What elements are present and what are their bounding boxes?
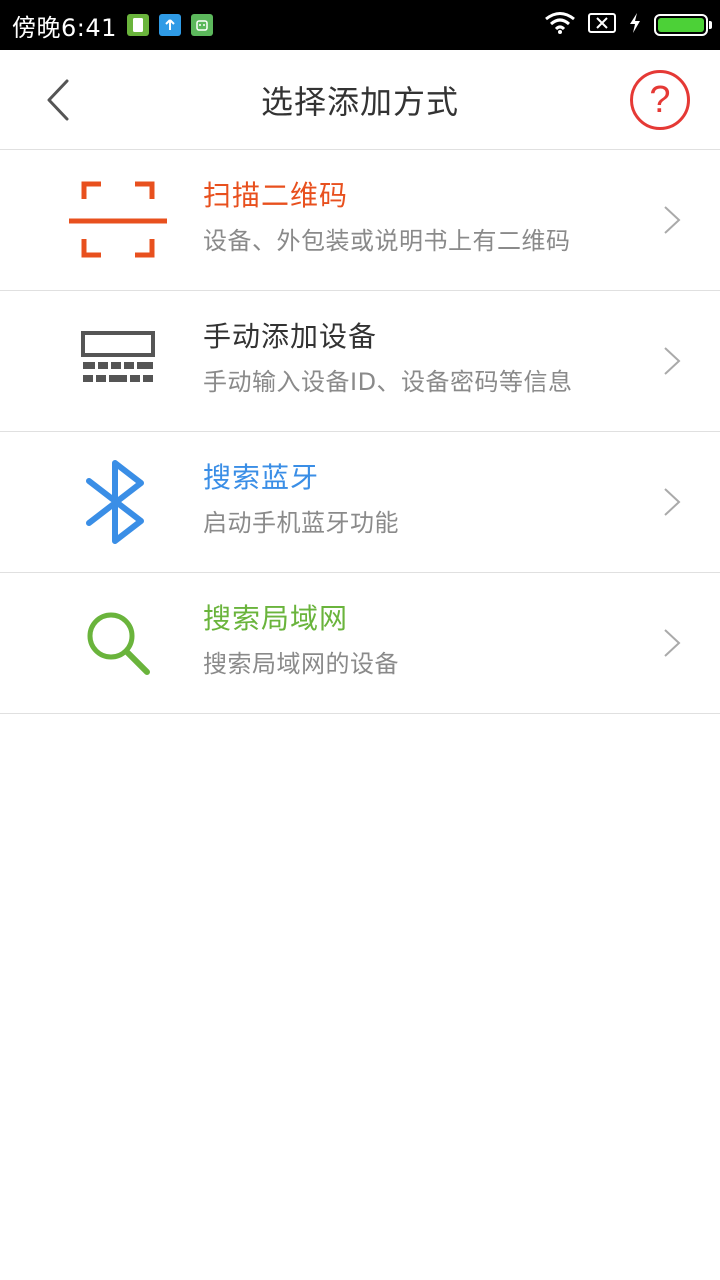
back-button[interactable]: [36, 78, 80, 122]
chevron-right-icon: [664, 488, 681, 516]
option-text: 搜索蓝牙 启动手机蓝牙功能: [203, 460, 399, 538]
sim-card-icon: [126, 14, 149, 36]
no-sim-icon: [588, 12, 616, 38]
search-icon: [68, 603, 168, 683]
keyboard-icon: [68, 321, 168, 401]
chevron-right-icon: [664, 629, 681, 657]
battery-fill: [658, 18, 704, 32]
status-right: [544, 11, 712, 39]
page-title: 选择添加方式: [260, 82, 459, 121]
option-manual-add[interactable]: 手动添加设备 手动输入设备ID、设备密码等信息: [0, 291, 720, 432]
option-scan-qr[interactable]: 扫描二维码 设备、外包装或说明书上有二维码: [0, 150, 720, 291]
status-bar: 傍晚6:41: [0, 0, 720, 50]
status-time: 傍晚6:41: [12, 13, 117, 42]
option-subtitle: 启动手机蓝牙功能: [203, 509, 399, 537]
add-method-list: 扫描二维码 设备、外包装或说明书上有二维码 手动添加设备 手动输入设备ID、设备…: [0, 150, 720, 714]
option-title: 手动添加设备: [203, 320, 378, 353]
option-title: 搜索局域网: [203, 602, 349, 635]
battery-icon: [654, 14, 712, 36]
option-subtitle: 设备、外包装或说明书上有二维码: [203, 227, 571, 255]
option-title: 扫描二维码: [203, 179, 349, 212]
chevron-left-icon: [47, 79, 69, 121]
upload-icon: [158, 14, 181, 36]
bluetooth-icon: [68, 460, 168, 544]
option-text: 扫描二维码 设备、外包装或说明书上有二维码: [203, 178, 571, 256]
wifi-icon: [544, 11, 576, 39]
option-text: 手动添加设备 手动输入设备ID、设备密码等信息: [203, 319, 573, 397]
option-lan-search[interactable]: 搜索局域网 搜索局域网的设备: [0, 573, 720, 714]
charging-icon: [628, 12, 642, 38]
option-title: 搜索蓝牙: [203, 461, 320, 494]
chevron-right-icon: [664, 206, 681, 234]
header: 选择添加方式 ?: [0, 50, 720, 150]
help-button[interactable]: ?: [630, 70, 690, 130]
chevron-right-icon: [664, 347, 681, 375]
android-app-icon: [190, 14, 213, 36]
option-bluetooth[interactable]: 搜索蓝牙 启动手机蓝牙功能: [0, 432, 720, 573]
option-subtitle: 手动输入设备ID、设备密码等信息: [203, 368, 573, 396]
option-subtitle: 搜索局域网的设备: [203, 650, 399, 678]
status-left: 傍晚6:41: [12, 8, 213, 43]
option-text: 搜索局域网 搜索局域网的设备: [203, 601, 399, 679]
qr-scan-icon: [68, 180, 168, 260]
